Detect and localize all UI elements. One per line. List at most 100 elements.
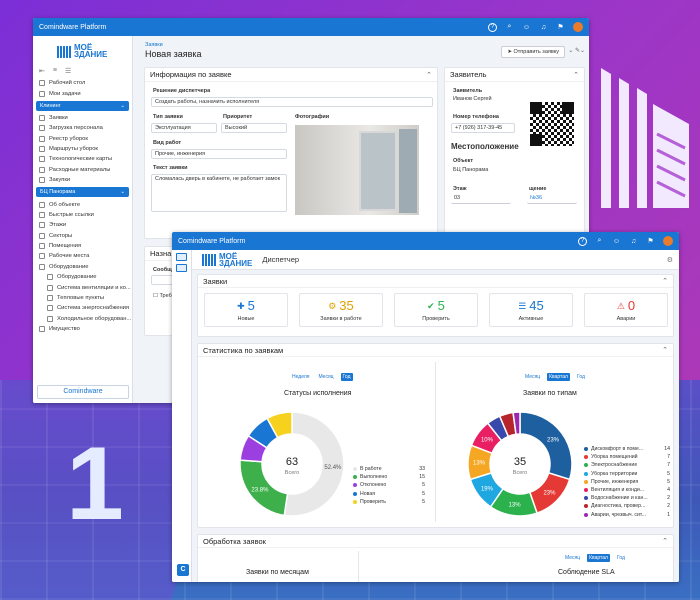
work-kind-select[interactable]: Прочие, инженерия xyxy=(151,149,287,159)
legend-item[interactable]: Водоснабжение и кан... 2 xyxy=(584,494,670,502)
comindware-fab-icon[interactable]: C xyxy=(177,564,189,576)
sidebar-section[interactable]: Клининг ⌄ xyxy=(36,100,129,111)
search-icon[interactable]: ⌕ xyxy=(595,237,604,246)
sidebar-item[interactable]: Расходные материалы xyxy=(33,165,132,175)
donut-slice[interactable] xyxy=(519,411,573,481)
sidebar-menu: Рабочий стол Мои задачи Клининг ⌄ Заявки Загр… xyxy=(33,78,132,334)
sidebar-item[interactable]: Маршруты уборок xyxy=(33,144,132,154)
sidebar-item[interactable]: Тепловые пункты xyxy=(33,293,132,303)
period-option[interactable]: Месяц xyxy=(523,373,542,381)
legend-item[interactable]: Электроснабжение 7 xyxy=(584,461,670,469)
period-option[interactable]: Месяц xyxy=(563,554,582,562)
sidebar-item[interactable]: Секторы xyxy=(33,231,132,241)
help-icon[interactable]: ? xyxy=(578,236,587,246)
type-select[interactable]: Эксплуатация xyxy=(151,123,217,133)
legend-item[interactable]: Новая 5 xyxy=(353,490,425,498)
period-option[interactable]: Месяц xyxy=(316,373,335,381)
legend-item[interactable]: Диагностика, провер... 2 xyxy=(584,502,670,510)
sidebar-item[interactable]: Помещения xyxy=(33,241,132,251)
sidebar-item[interactable]: Холодильное оборудован... xyxy=(33,314,132,324)
section-title: Обработка заявок xyxy=(203,536,266,546)
sidebar-item[interactable]: Рабочие места xyxy=(33,251,132,261)
legend-item[interactable]: Вентиляция и конди... 4 xyxy=(584,486,670,494)
period-option[interactable]: Год xyxy=(575,373,587,381)
period-option[interactable]: Квартал xyxy=(587,554,610,562)
period-option[interactable]: Год xyxy=(615,554,627,562)
collapse-icon[interactable]: ⇤ xyxy=(39,67,45,75)
divider xyxy=(435,362,436,522)
sidebar-item[interactable]: Система вентиляции и ко... xyxy=(33,282,132,292)
phone-field[interactable]: +7 (926) 317-39-45 xyxy=(451,123,515,133)
stat-card[interactable]: ✔ 5 Проверить xyxy=(394,293,478,327)
sidebar-item[interactable]: Загрузка персонала xyxy=(33,123,132,133)
priority-select[interactable]: Высокий xyxy=(221,123,287,133)
collapse-chevron-icon[interactable]: ⌃ xyxy=(662,346,668,354)
list-icon[interactable]: ≡ xyxy=(53,67,57,75)
flag-icon[interactable]: ⚑ xyxy=(556,23,565,32)
legend-value: 5 xyxy=(422,498,425,505)
collapse-chevron-icon[interactable]: ⌃ xyxy=(426,71,432,79)
legend-item[interactable]: В работе 33 xyxy=(353,465,425,473)
legend-item[interactable]: Выполнено 15 xyxy=(353,473,425,481)
sidebar-item[interactable]: Закупки xyxy=(33,175,132,185)
menu-item-icon xyxy=(47,284,53,291)
legend-item[interactable]: Проверить 5 xyxy=(353,498,425,506)
legend-item[interactable]: Уборка помещений 7 xyxy=(584,453,670,461)
sidebar-item[interactable]: Мои задачи xyxy=(33,88,132,98)
search-icon[interactable]: ⌕ xyxy=(505,23,514,32)
collapse-chevron-icon[interactable]: ⌃ xyxy=(662,277,668,285)
door-photo[interactable] xyxy=(295,125,419,215)
users-icon[interactable]: ☺ xyxy=(612,237,621,246)
sidebar-item[interactable]: Оборудование xyxy=(33,262,132,272)
sidebar-item[interactable]: Технологические карты xyxy=(33,154,132,164)
stat-card[interactable]: ⚙ 35 Заявки в работе xyxy=(299,293,383,327)
sidebar-item[interactable]: Рабочий стол xyxy=(33,78,132,88)
processing-section: Обработка заявок ⌃ Месяц Квартал Год Заявки… xyxy=(197,534,674,582)
bell-icon[interactable]: ♫ xyxy=(629,237,638,246)
legend-item[interactable]: Уборка территории 5 xyxy=(584,470,670,478)
users-icon[interactable]: ☺ xyxy=(522,23,531,32)
menu-icon[interactable]: ☰ xyxy=(65,67,71,75)
decision-select[interactable]: Создать работы, назначить исполнителя xyxy=(151,97,433,107)
sidebar-item[interactable]: Имущество xyxy=(33,324,132,334)
room-select[interactable]: №36 xyxy=(527,194,577,204)
legend-item[interactable]: Аварии, чрезвыч. сит... 1 xyxy=(584,511,670,519)
help-icon[interactable]: ? xyxy=(488,22,497,32)
legend-value: 15 xyxy=(419,474,425,481)
more-icon[interactable]: ⌄ ✎⌄ xyxy=(568,47,585,54)
stat-card[interactable]: ⚠ 0 Аварии xyxy=(584,293,668,327)
sidebar-item[interactable]: Об объекте xyxy=(33,199,132,209)
status-legend: В работе 33 Выполнено 15 Отклонено 5 Новая 5 Про… xyxy=(353,465,425,506)
send-request-button[interactable]: ➤ Отправить заявку xyxy=(501,46,565,58)
sidebar-item[interactable]: Заявки xyxy=(33,113,132,123)
legend-item[interactable]: Дискомфорт в поме... 14 xyxy=(584,445,670,453)
list-toggle-icon[interactable] xyxy=(176,264,187,272)
period-option[interactable]: Неделя xyxy=(290,373,311,381)
sidebar-item[interactable]: Система энергоснабжения xyxy=(33,303,132,313)
legend-item[interactable]: Отклонено 5 xyxy=(353,481,425,489)
avatar[interactable] xyxy=(663,236,673,246)
floor-select[interactable]: 03 xyxy=(451,194,511,204)
legend-label: Выполнено xyxy=(360,474,388,481)
legend-item[interactable]: Прочие, инженерия 5 xyxy=(584,478,670,486)
avatar[interactable] xyxy=(573,22,583,32)
applicant-label: Заявитель xyxy=(453,88,483,94)
menu-toggle-icon[interactable] xyxy=(176,253,187,261)
stat-card[interactable]: ☰ 45 Активные xyxy=(489,293,573,327)
stat-card[interactable]: ✚ 5 Новые xyxy=(204,293,288,327)
request-text-area[interactable]: Сломалась дверь в кабинете, не работает … xyxy=(151,174,287,212)
sidebar-section[interactable]: БЦ Панорама ⌄ xyxy=(36,187,129,198)
menu-item-icon xyxy=(39,80,45,87)
sidebar-item[interactable]: Быстрые ссылки xyxy=(33,210,132,220)
sidebar-item[interactable]: Реестр уборок xyxy=(33,134,132,144)
period-option[interactable]: Квартал xyxy=(547,373,570,381)
sidebar-item[interactable]: Этажи xyxy=(33,220,132,230)
period-option[interactable]: Год xyxy=(340,373,353,381)
bell-icon[interactable]: ♫ xyxy=(539,23,548,32)
flag-icon[interactable]: ⚑ xyxy=(646,237,655,246)
settings-icon[interactable]: ⚙ xyxy=(667,256,673,264)
sidebar-item[interactable]: Оборудование xyxy=(33,272,132,282)
collapse-chevron-icon[interactable]: ⌃ xyxy=(662,537,668,545)
legend-label: Прочие, инженерия xyxy=(591,478,639,485)
collapse-chevron-icon[interactable]: ⌃ xyxy=(573,71,579,79)
